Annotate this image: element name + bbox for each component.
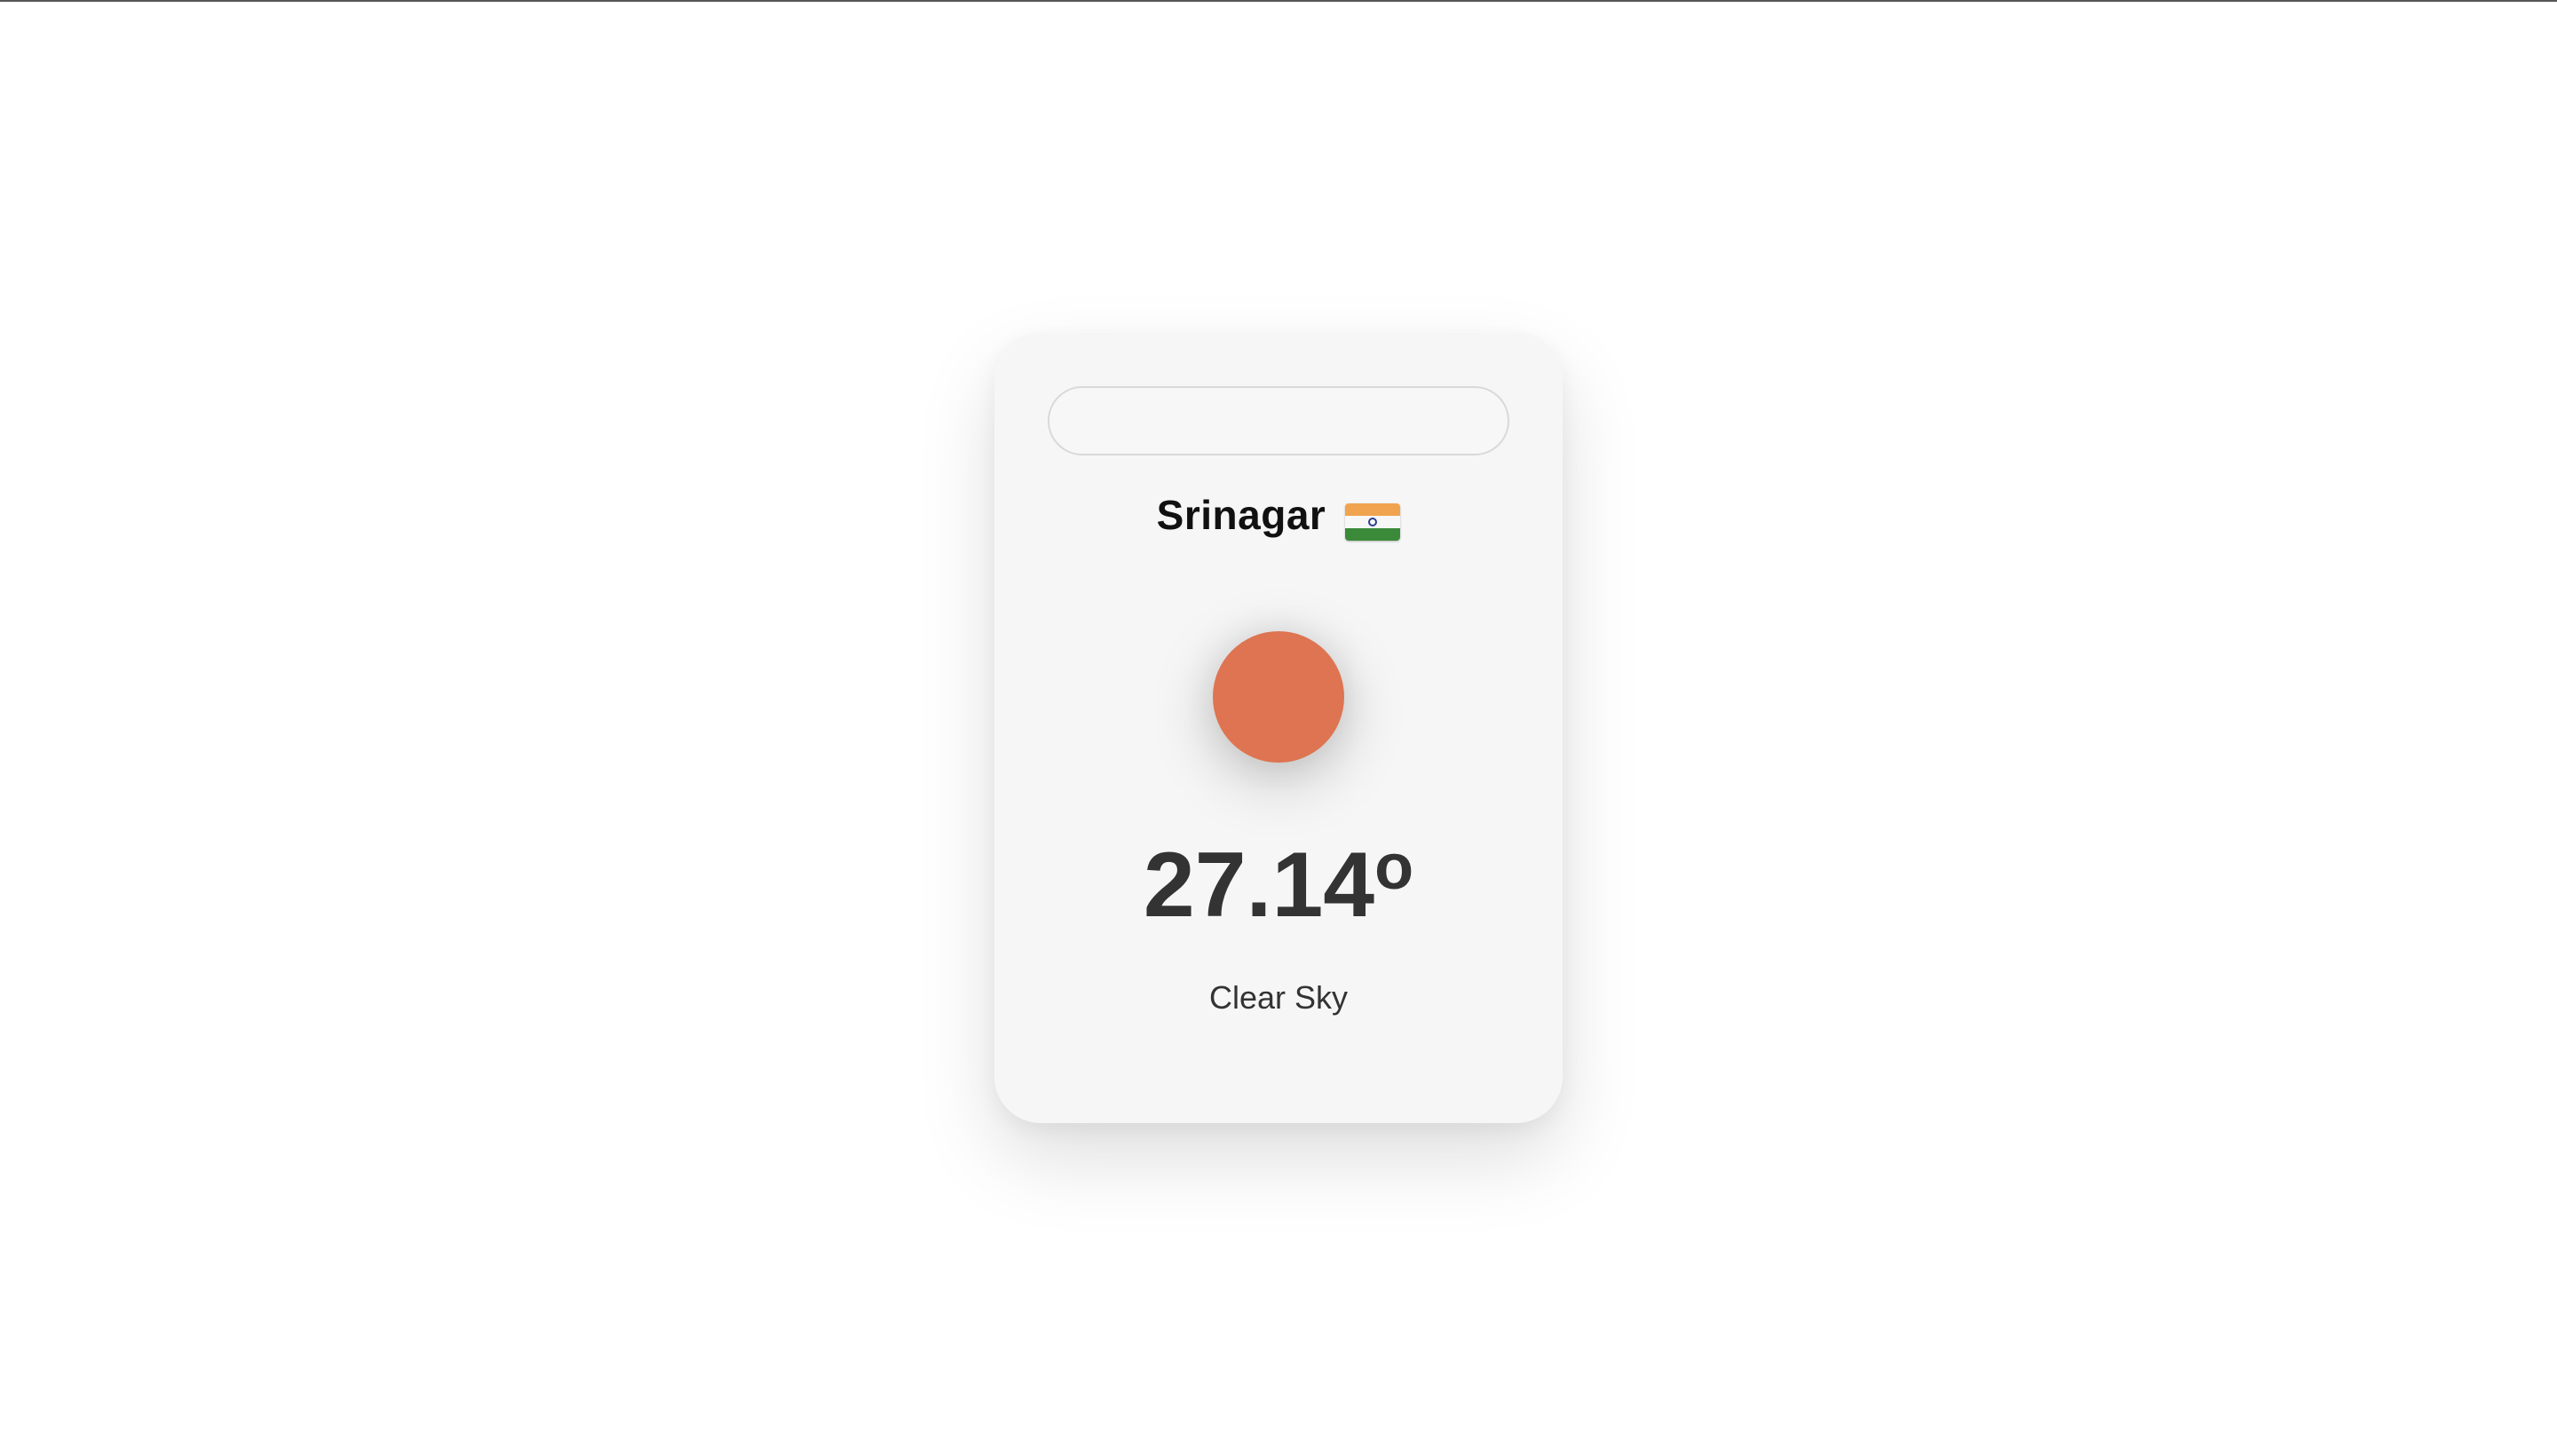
temperature-value: 27.14 — [1143, 834, 1375, 937]
weather-card: Srinagar 27.14o Clear Sky — [994, 333, 1563, 1123]
city-search-input[interactable] — [1048, 386, 1509, 455]
weather-icon-container — [1145, 568, 1412, 826]
location-header: Srinagar — [994, 484, 1563, 546]
degree-symbol: o — [1374, 832, 1414, 903]
city-name: Srinagar — [1156, 492, 1326, 538]
sun-icon — [1213, 631, 1344, 763]
top-border-line — [0, 0, 2557, 2]
india-flag-icon — [1345, 503, 1401, 541]
weather-description: Clear Sky — [1208, 979, 1349, 1016]
temperature: 27.14o — [994, 835, 1563, 931]
